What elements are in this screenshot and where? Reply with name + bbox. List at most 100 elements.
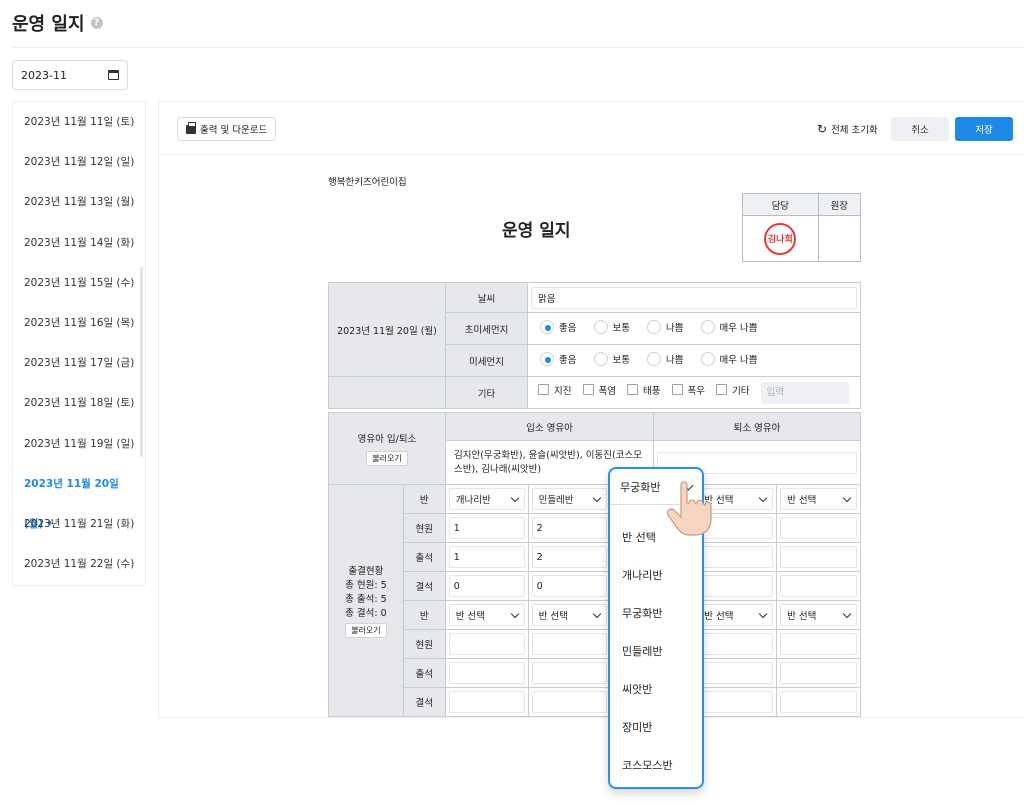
class-select[interactable]: 반 선택	[697, 604, 774, 626]
date-item[interactable]: 2023년 11월 16일 (목)	[13, 303, 145, 343]
save-button[interactable]: 저장	[955, 117, 1013, 141]
hand-pointer-icon	[666, 481, 712, 536]
row-label-class: 반	[402, 484, 446, 514]
class-select[interactable]: 개나리반	[448, 488, 525, 510]
class-select-value: 반 선택	[704, 611, 734, 622]
attendance-summary: 출결현황 총 현원: 5 총 출석: 5 총 결석: 0 불러오기	[328, 484, 404, 717]
attend-input[interactable]: 1	[448, 546, 525, 568]
date-item[interactable]: 2023년 11월 21일 (화)	[13, 504, 145, 544]
absent-input[interactable]	[697, 575, 774, 597]
absent-input[interactable]	[780, 691, 857, 713]
checkbox-earthquake[interactable]: 지진	[538, 383, 571, 397]
enrolled-input[interactable]: 1	[448, 517, 525, 539]
absent-input[interactable]	[780, 575, 857, 597]
class-select[interactable]: 반 선택	[780, 488, 857, 510]
attend-input[interactable]	[780, 546, 857, 568]
ultrafine-radio-normal[interactable]: 보통	[593, 320, 630, 334]
class-option[interactable]: 민들레반	[610, 633, 702, 671]
attendance-load-button[interactable]: 불러오기	[345, 623, 387, 638]
checkbox-heatwave[interactable]: 폭염	[582, 383, 616, 397]
attendance-table: 출결현황 총 현원: 5 총 출석: 5 총 결석: 0 불러오기 반 개나리반…	[328, 484, 861, 717]
enrolled-input[interactable]: 2	[531, 517, 608, 539]
absent-input[interactable]	[448, 691, 525, 713]
class-select[interactable]: 반 선택	[780, 604, 857, 626]
class-select[interactable]: 반 선택	[531, 604, 608, 626]
approval-staff-cell: 김나희	[742, 215, 819, 262]
approval-header-director: 원장	[817, 193, 862, 216]
date-item[interactable]: 2023년 11월 11일 (토)	[13, 102, 145, 142]
date-item[interactable]: 2023년 11월 18일 (토)	[13, 383, 145, 423]
signature-stamp: 김나희	[764, 222, 797, 255]
checkbox-label: 폭염	[598, 385, 616, 397]
attend-input[interactable]	[448, 662, 525, 684]
date-item[interactable]: 2023년 11월 14일 (화)	[13, 223, 145, 263]
date-item-selected[interactable]: 2023년 11월 20일 (월)	[13, 464, 145, 530]
attend-input[interactable]: 2	[531, 546, 608, 568]
row-label-absent: 결석	[402, 571, 446, 601]
approval-director-cell[interactable]	[817, 215, 862, 262]
chevron-down-icon	[758, 609, 768, 618]
fine-radio-very-bad[interactable]: 매우 나쁨	[700, 352, 758, 366]
class-select[interactable]: 반 선택	[448, 604, 525, 626]
ultrafine-radio-bad[interactable]: 나쁨	[647, 320, 684, 334]
class-select-value: 반 선택	[455, 611, 485, 622]
radio-label: 보통	[612, 323, 630, 334]
class-option[interactable]: 씨앗반	[610, 671, 702, 709]
date-item[interactable]: 2023년 11월 19일 (일)	[13, 424, 145, 464]
class-select[interactable]: 민들레반	[531, 488, 608, 510]
weather-input[interactable]: 맑음	[531, 286, 857, 309]
class-option[interactable]: 무궁화반	[610, 595, 702, 633]
enrolled-input[interactable]	[448, 633, 525, 655]
date-item[interactable]: 2023년 11월 15일 (수)	[13, 263, 145, 303]
absent-input[interactable]	[531, 691, 608, 713]
checkbox-icon	[716, 384, 728, 395]
attendance-title: 출결현황	[348, 566, 384, 577]
date-item[interactable]: 2023년 11월 17일 (금)	[13, 343, 145, 383]
ultrafine-radio-good[interactable]: 좋음	[540, 320, 576, 334]
fine-radio-bad[interactable]: 나쁨	[647, 352, 684, 366]
absent-input[interactable]: 0	[448, 575, 525, 597]
cancel-button[interactable]: 취소	[891, 117, 949, 141]
enrolled-input[interactable]	[780, 517, 857, 539]
etc-input[interactable]: 입력	[760, 381, 849, 404]
row-label-attend: 출석	[402, 542, 446, 572]
checkbox-heavy-rain[interactable]: 폭우	[671, 383, 705, 397]
class-option[interactable]: 개나리반	[610, 557, 702, 595]
total-absent: 총 결석: 0	[345, 608, 387, 619]
fine-radio-normal[interactable]: 보통	[593, 352, 630, 366]
attend-input[interactable]	[780, 662, 857, 684]
absent-input[interactable]	[697, 691, 774, 713]
date-item[interactable]: 2023년 11월 12일 (일)	[13, 142, 145, 182]
absent-input[interactable]: 0	[531, 575, 608, 597]
bottom-cover	[0, 718, 1024, 803]
ultrafine-radio-very-bad[interactable]: 매우 나쁨	[700, 320, 758, 334]
attend-input[interactable]	[697, 662, 774, 684]
checkbox-other[interactable]: 기타	[716, 383, 750, 397]
class-option[interactable]: 코스모스반	[610, 747, 702, 785]
enrolled-input[interactable]	[697, 633, 774, 655]
month-picker[interactable]: 2023-11	[12, 60, 128, 90]
class-option[interactable]: 장미반	[610, 709, 702, 747]
list-scrollbar[interactable]	[140, 267, 143, 457]
date-item[interactable]: 2023년 11월 13일 (월)	[13, 182, 145, 222]
print-download-button[interactable]: 출력 및 다운로드	[177, 117, 277, 141]
class-select-value: 반 선택	[787, 611, 817, 622]
enrolled-input[interactable]	[780, 633, 857, 655]
radio-icon	[540, 352, 554, 366]
checkbox-label: 기타	[732, 385, 750, 397]
calendar-icon[interactable]	[108, 70, 119, 80]
kids-load-button[interactable]: 불러오기	[366, 451, 408, 466]
class-select-value: 개나리반	[455, 495, 491, 506]
date-item[interactable]: 2023년 11월 22일 (수)	[13, 544, 145, 584]
total-attend: 총 출석: 5	[345, 594, 387, 605]
out-kids-header: 퇴소 영유아	[653, 412, 861, 441]
attend-input[interactable]	[697, 546, 774, 568]
fine-radio-good[interactable]: 좋음	[540, 352, 576, 366]
reset-all-button[interactable]: ↻ 전체 초기화	[817, 122, 878, 136]
help-icon[interactable]: ?	[90, 17, 103, 29]
page-title: 운영 일지 ?	[12, 10, 103, 36]
enrolled-input[interactable]	[531, 633, 608, 655]
attend-input[interactable]	[531, 662, 608, 684]
checkbox-typhoon[interactable]: 태풍	[627, 383, 661, 397]
chevron-down-icon	[510, 493, 519, 502]
